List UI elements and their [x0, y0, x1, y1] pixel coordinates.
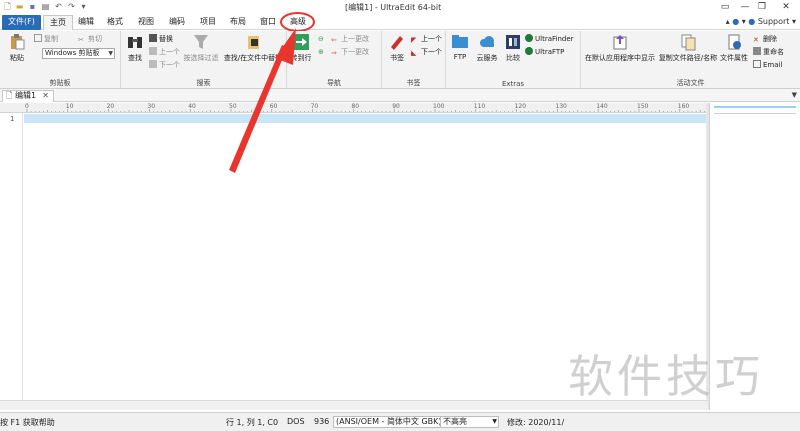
- chevron-down-icon: ▼: [492, 418, 497, 425]
- status-help: 按 F1 获取帮助: [0, 418, 55, 427]
- status-modified: 修改: 2020/11/: [507, 418, 565, 427]
- highlight-select[interactable]: 不高亮 ▼: [440, 416, 499, 428]
- status-line-ending[interactable]: DOS: [287, 417, 305, 426]
- encoding-value: (ANSI/OEM - 简体中文 GBK): [336, 417, 442, 426]
- highlight-value: 不高亮: [443, 417, 467, 426]
- arrow-shaft: [229, 45, 287, 173]
- status-position: 行 1, 列 1, C0: [226, 418, 279, 427]
- ultraedit-window: 🗋 ▬ ▪ ▤ ↶ ↷ ▾ [编辑1] - UltraEdit 64-bit ▭…: [0, 0, 800, 431]
- encoding-select[interactable]: (ANSI/OEM - 简体中文 GBK) ▼: [333, 416, 452, 428]
- annotation-arrow: [229, 28, 296, 173]
- status-bar: 按 F1 获取帮助 行 1, 列 1, C0 DOS 936 (ANSI/OEM…: [0, 412, 800, 431]
- status-codepage[interactable]: 936: [314, 417, 329, 426]
